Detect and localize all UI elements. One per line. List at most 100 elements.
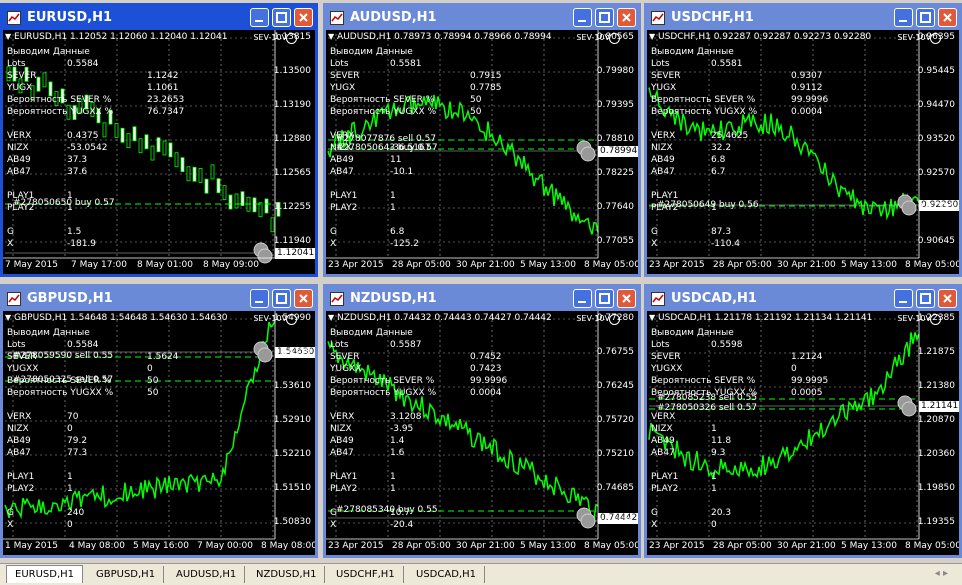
- close-button[interactable]: [294, 8, 313, 27]
- window-titlebar[interactable]: AUDUSD,H1: [326, 6, 638, 30]
- price-tick: 0.77640: [596, 202, 634, 212]
- indicator-value: 240: [67, 508, 85, 518]
- order-label[interactable]: #278050325 sell 0.57: [13, 375, 113, 385]
- price-chart[interactable]: ▼ AUDUSD,H1 0.78973 0.78994 0.78966 0.78…: [326, 30, 638, 274]
- time-tick: 23 Apr 2015: [328, 541, 384, 551]
- indicator-label: X: [330, 520, 337, 530]
- minimize-button[interactable]: [573, 8, 592, 27]
- price-tick: 0.75720: [596, 415, 634, 425]
- minimize-button[interactable]: [573, 289, 592, 308]
- maximize-button[interactable]: [916, 289, 935, 308]
- chart-window-nzdusd[interactable]: NZDUSD,H1 ▼ NZDUSD,H1 0.74432 0.74443 0.…: [323, 284, 641, 558]
- close-button[interactable]: [938, 8, 957, 27]
- indicator-value: 0: [67, 520, 73, 530]
- indicator-label: AB47: [330, 167, 354, 177]
- close-button[interactable]: [938, 289, 957, 308]
- chart-window-gbpusd[interactable]: GBPUSD,H1 ▼ GBPUSD,H1 1.54648 1.54648 1.…: [0, 284, 318, 558]
- tab-scroll-icon[interactable]: ◂ ▸: [935, 568, 948, 579]
- chart-icon: [7, 292, 21, 306]
- candle: [168, 142, 173, 158]
- price-chart[interactable]: ▼ USDCHF,H1 0.92287 0.92287 0.92273 0.92…: [647, 30, 959, 274]
- collapse-icon[interactable]: ▼: [328, 32, 334, 41]
- indicator-value: 6.7: [711, 167, 726, 177]
- window-title: USDCHF,H1: [671, 10, 754, 25]
- price-chart[interactable]: ▼ GBPUSD,H1 1.54648 1.54648 1.54630 1.54…: [3, 311, 315, 555]
- price-tick: 0.94470: [917, 100, 955, 110]
- trade-marker-icon: [257, 248, 273, 264]
- time-tick: 23 Apr 2015: [649, 541, 705, 551]
- maximize-button[interactable]: [595, 8, 614, 27]
- indicator-label: Вероятность SEVER %: [330, 376, 435, 386]
- minimize-button[interactable]: [894, 8, 913, 27]
- window-titlebar[interactable]: USDCHF,H1: [647, 6, 959, 30]
- close-button[interactable]: [294, 289, 313, 308]
- order-label[interactable]: #278059590 sell 0.55: [13, 351, 113, 361]
- time-tick: 28 Apr 05:00: [392, 541, 451, 551]
- order-label[interactable]: #278050643 buy 0.57: [336, 143, 438, 153]
- maximize-button[interactable]: [595, 289, 614, 308]
- candle: [222, 185, 227, 201]
- tab-gbpusd[interactable]: GBPUSD,H1: [88, 566, 165, 583]
- maximize-button[interactable]: [272, 289, 291, 308]
- candle: [240, 191, 245, 207]
- tab-nzdusd[interactable]: NZDUSD,H1: [248, 566, 326, 583]
- time-tick: 28 Apr 05:00: [713, 541, 772, 551]
- maximize-button[interactable]: [916, 8, 935, 27]
- time-tick: 30 Apr 21:00: [456, 541, 515, 551]
- order-label[interactable]: #278050649 buy 0.56: [657, 200, 759, 210]
- close-button[interactable]: [617, 289, 636, 308]
- indicator-label: PLAY2: [330, 203, 358, 213]
- chart-window-usdcad[interactable]: USDCAD,H1 ▼ USDCAD,H1 1.21178 1.21192 1.…: [644, 284, 962, 558]
- indicator-label: G: [651, 508, 658, 518]
- chart-window-audusd[interactable]: AUDUSD,H1 ▼ AUDUSD,H1 0.78973 0.78994 0.…: [323, 3, 641, 277]
- chart-window-usdchf[interactable]: USDCHF,H1 ▼ USDCHF,H1 0.92287 0.92287 0.…: [644, 3, 962, 277]
- price-tick: 0.79395: [596, 100, 634, 110]
- tab-eurusd[interactable]: EURUSD,H1: [6, 565, 84, 583]
- price-tick: 1.51510: [273, 483, 311, 493]
- window-title: EURUSD,H1: [27, 10, 113, 25]
- window-titlebar[interactable]: GBPUSD,H1: [3, 287, 315, 311]
- price-tick: 0.78225: [596, 168, 634, 178]
- candle: [36, 76, 41, 92]
- price-chart[interactable]: ▼ EURUSD,H1 1.12052 1.12060 1.12040 1.12…: [3, 30, 315, 274]
- indicator-label: YUGX: [330, 83, 356, 93]
- minimize-button[interactable]: [250, 8, 269, 27]
- close-icon: [622, 294, 631, 303]
- price-chart[interactable]: ▼ NZDUSD,H1 0.74432 0.74443 0.74427 0.74…: [326, 311, 638, 555]
- order-label[interactable]: #278085238 sell 0.55: [657, 393, 757, 403]
- indicator-label: YUGXX: [651, 364, 683, 374]
- indicator-label: AB49: [330, 155, 354, 165]
- window-titlebar[interactable]: EURUSD,H1: [3, 6, 315, 30]
- tab-usdcad[interactable]: USDCAD,H1: [408, 566, 485, 583]
- indicator-label: YUGXX: [7, 364, 39, 374]
- collapse-icon[interactable]: ▼: [5, 32, 11, 41]
- chart-window-eurusd[interactable]: EURUSD,H1 ▼ EURUSD,H1 1.12052 1.12060 1.…: [0, 3, 318, 277]
- minimize-button[interactable]: [250, 289, 269, 308]
- collapse-icon[interactable]: ▼: [649, 32, 655, 41]
- indicator-label: YUGX: [7, 83, 33, 93]
- price-chart[interactable]: ▼ USDCAD,H1 1.21178 1.21192 1.21134 1.21…: [647, 311, 959, 555]
- minimize-button[interactable]: [894, 289, 913, 308]
- order-label[interactable]: #278050326 sell 0.57: [657, 403, 757, 413]
- order-label[interactable]: #278050650 buy 0.57: [13, 198, 115, 208]
- collapse-icon[interactable]: ▼: [5, 313, 11, 322]
- tab-usdchf[interactable]: USDCHF,H1: [328, 566, 404, 583]
- maximize-button[interactable]: [272, 8, 291, 27]
- indicator-label: VERX: [330, 412, 355, 422]
- window-titlebar[interactable]: NZDUSD,H1: [326, 287, 638, 311]
- quote-line: EURUSD,H1 1.12052 1.12060 1.12040 1.1204…: [14, 32, 228, 42]
- collapse-icon[interactable]: ▼: [649, 313, 655, 322]
- time-tick: 5 May 13:00: [520, 260, 576, 270]
- indicator-value: 79.2: [67, 436, 88, 446]
- order-label[interactable]: #278085340 buy 0.55: [336, 505, 438, 515]
- tab-audusd[interactable]: AUDUSD,H1: [168, 566, 246, 583]
- time-tick: 8 May 01:00: [137, 260, 193, 270]
- close-button[interactable]: [617, 8, 636, 27]
- indicator-value: -10.1: [390, 167, 414, 177]
- close-icon: [943, 13, 952, 22]
- window-titlebar[interactable]: USDCAD,H1: [647, 287, 959, 311]
- candle: [144, 134, 149, 150]
- collapse-icon[interactable]: ▼: [328, 313, 334, 322]
- time-tick: 7 May 00:00: [197, 541, 253, 551]
- price-tick: 1.54990: [273, 313, 311, 323]
